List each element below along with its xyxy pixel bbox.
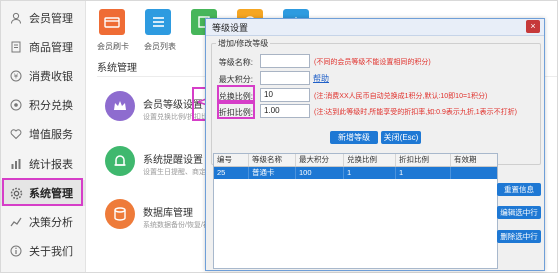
reset-button[interactable]: 重置信息 [497,183,541,196]
close-icon[interactable]: × [526,20,540,33]
table-cell: 25 [214,167,249,179]
table-cell: 普通卡 [249,167,296,179]
column-header[interactable]: 有效期 [451,154,497,166]
column-header[interactable]: 折扣比例 [396,154,451,166]
table-row[interactable]: 25 普通卡 100 1 1 [214,167,497,179]
dialog-titlebar[interactable]: 等级设置 × [206,19,544,36]
discount-ratio-highlight [217,102,255,119]
table-cell: 100 [296,167,344,179]
table-cell [451,167,497,179]
level-name-note: (不同的会员等级不能设置相同的积分) [314,59,431,66]
level-name-label: 等级名称: [218,58,253,67]
level-name-input[interactable] [260,54,310,68]
exchange-ratio-note: (注:消费XX人民币自动兑换成1积分,默认:10即10=1积分) [314,93,488,100]
edit-row-button[interactable]: 编辑选中行 [497,206,541,219]
group-title: 增加/修改等级 [216,38,271,49]
discount-ratio-input[interactable]: 1.00 [260,104,310,118]
column-header[interactable]: 最大积分 [296,154,344,166]
help-link[interactable]: 帮助 [313,73,329,84]
exchange-ratio-highlight [217,85,255,102]
table-header: 编号 等级名称 最大积分 兑换比例 折扣比例 有效期 [214,154,497,167]
max-points-input[interactable] [260,71,310,85]
column-header[interactable]: 兑换比例 [344,154,396,166]
exchange-ratio-input[interactable]: 10 [260,88,310,102]
level-table: 编号 等级名称 最大积分 兑换比例 折扣比例 有效期 25 普通卡 100 1 … [213,153,498,269]
delete-row-button[interactable]: 删除选中行 [497,230,541,243]
column-header[interactable]: 等级名称 [249,154,296,166]
dialog-title: 等级设置 [212,23,249,33]
max-points-label: 最大积分: [218,75,253,84]
discount-ratio-note: (注:达到此等级时,所能享受的折扣率,如:0.9表示九折,1表示不打折) [314,109,518,116]
table-cell: 1 [344,167,396,179]
column-header[interactable]: 编号 [214,154,249,166]
close-dialog-button[interactable]: 关闭(Esc) [381,131,421,144]
table-cell: 1 [396,167,451,179]
add-level-button[interactable]: 新增等级 [330,131,378,144]
